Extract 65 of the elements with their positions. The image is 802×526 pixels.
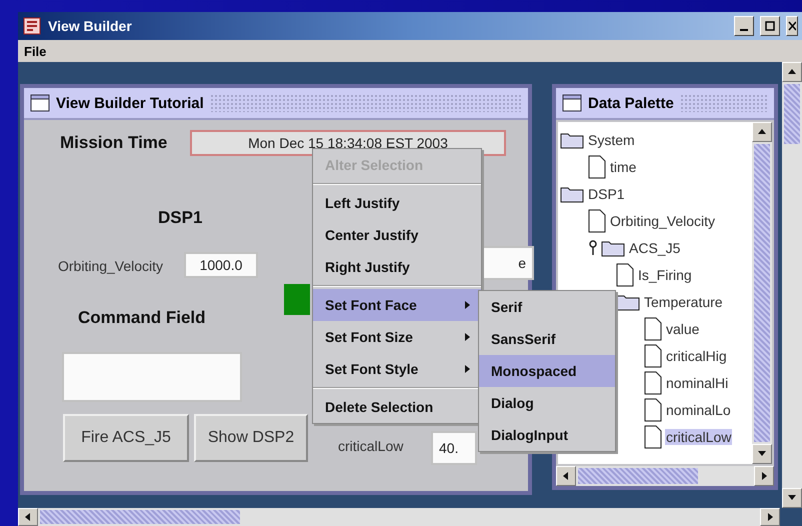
action-button[interactable]: Fire ACS_J5	[63, 414, 189, 462]
close-button[interactable]	[786, 16, 798, 36]
document-icon	[644, 424, 662, 448]
tree-item[interactable]: Orbiting_Velocity	[609, 212, 716, 228]
window-icon	[30, 93, 50, 113]
tree-item[interactable]: Is_Firing	[637, 266, 693, 282]
tree-item[interactable]: DSP1	[587, 186, 626, 202]
tree-item[interactable]: Temperature	[643, 294, 724, 310]
tree-item[interactable]: System	[587, 132, 636, 148]
document-icon	[616, 262, 634, 286]
folder-icon	[616, 292, 640, 310]
document-icon	[644, 398, 662, 422]
maximize-button[interactable]	[760, 16, 780, 36]
scroll-thumb[interactable]	[40, 510, 240, 524]
menu-item[interactable]: Monospaced	[479, 355, 615, 387]
document-icon	[588, 208, 606, 232]
tree-item[interactable]: criticalLow	[665, 428, 732, 444]
tree-item[interactable]: nominalHi	[665, 374, 730, 390]
folder-icon	[601, 238, 625, 256]
document-icon	[644, 370, 662, 394]
scroll-thumb[interactable]	[578, 468, 698, 484]
value-field[interactable]: 40.	[431, 431, 477, 465]
menu-item[interactable]: Delete Selection	[313, 391, 481, 423]
frame-title: Data Palette	[588, 94, 674, 112]
scroll-thumb[interactable]	[754, 144, 770, 442]
field-label: Command Field	[78, 308, 206, 327]
command-field[interactable]	[62, 352, 242, 402]
tree-item[interactable]: nominalLo	[665, 402, 732, 418]
window-icon	[562, 93, 582, 113]
status-indicator	[284, 284, 310, 315]
menu-item[interactable]: DialogInput	[479, 419, 615, 451]
field-label: criticalLow	[338, 438, 404, 454]
menu-item[interactable]: Dialog	[479, 387, 615, 419]
tree-item[interactable]: time	[609, 158, 638, 174]
folder-icon	[560, 130, 584, 148]
minimize-button[interactable]	[734, 16, 754, 36]
frame-title: View Builder Tutorial	[56, 94, 204, 112]
section-heading: DSP1	[158, 208, 202, 227]
menu-item[interactable]: Set Font Face	[313, 289, 481, 321]
field-label: Orbiting_Velocity	[58, 258, 164, 274]
close-icon	[788, 21, 796, 31]
tree-item[interactable]: value	[665, 320, 700, 336]
document-icon	[588, 154, 606, 178]
menu-item[interactable]: Set Font Size	[313, 321, 481, 353]
minimize-icon	[740, 29, 748, 31]
menu-item[interactable]: Set Font Style	[313, 353, 481, 385]
menu-item[interactable]: Center Justify	[313, 219, 481, 251]
menu-item[interactable]: Left Justify	[313, 187, 481, 219]
scroll-thumb[interactable]	[784, 84, 800, 144]
maximize-icon	[765, 21, 775, 31]
menu-item[interactable]: Right Justify	[313, 251, 481, 283]
field-label: Mission Time	[60, 133, 168, 152]
action-button[interactable]: Show DSP2	[194, 414, 308, 462]
tree-item[interactable]: ACS_J5	[628, 240, 682, 256]
app-icon	[22, 16, 42, 36]
key-icon[interactable]	[588, 240, 598, 256]
window-title: View Builder	[48, 18, 133, 34]
menu-item[interactable]: File	[24, 44, 46, 58]
velocity-field[interactable]: 1000.0	[184, 252, 258, 278]
menu-item[interactable]: SansSerif	[479, 323, 615, 355]
folder-icon	[560, 184, 584, 202]
menu-item[interactable]: Serif	[479, 291, 615, 323]
document-icon	[644, 344, 662, 368]
tree-item[interactable]: criticalHig	[665, 348, 728, 364]
document-icon	[644, 316, 662, 340]
